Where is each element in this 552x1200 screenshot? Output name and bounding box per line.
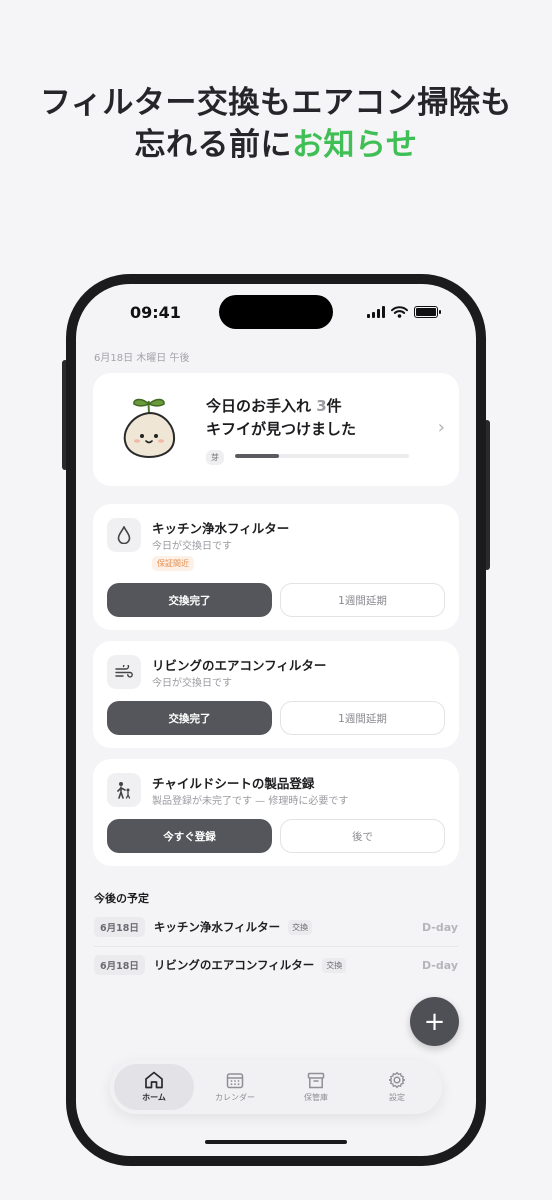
postpone-button[interactable]: 1週間延期 xyxy=(280,701,445,735)
task-card: チャイルドシートの製品登録 製品登録が未完了です — 修理時に必要です 今すぐ登… xyxy=(93,759,459,866)
complete-button[interactable]: 交換完了 xyxy=(107,583,272,617)
hero-title-prefix: 今日のお手入れ xyxy=(206,397,317,415)
child-icon xyxy=(107,773,141,807)
headline-accent: お知らせ xyxy=(292,127,418,163)
growth-progress-fill xyxy=(235,454,279,458)
cellular-signal-icon xyxy=(367,306,385,318)
date-label: 6月18日 木曜日 午後 xyxy=(94,353,190,364)
tab-label: ホーム xyxy=(142,1093,166,1102)
schedule-dday: D-day xyxy=(421,920,458,934)
hero-title-suffix: 件 xyxy=(326,397,342,415)
wifi-icon xyxy=(391,306,408,318)
calendar-icon xyxy=(226,1072,244,1088)
status-time: 09:41 xyxy=(130,303,181,322)
schedule-tag: 交換 xyxy=(322,957,347,973)
hero-subtitle: キフイが見つけました xyxy=(206,420,357,438)
schedule-name: キッチン浄水フィルター xyxy=(153,920,281,934)
postpone-button[interactable]: 1週間延期 xyxy=(280,583,445,617)
hero-title-line1: 今日のお手入れ 3件 xyxy=(206,395,356,418)
upcoming-section-title: 今後の予定 xyxy=(94,892,149,905)
water-drop-icon xyxy=(107,518,141,552)
add-button[interactable]: + xyxy=(410,997,459,1046)
headline-line2: 忘れる前にお知らせ xyxy=(0,124,552,166)
promo-headline: フィルター交換もエアコン掃除も 忘れる前にお知らせ xyxy=(0,82,552,166)
schedule-row[interactable]: 6月18日 キッチン浄水フィルター 交換 D-day xyxy=(94,908,458,946)
task-card: キッチン浄水フィルター 今日が交換日です 保証間近 交換完了 1週間延期 xyxy=(93,504,459,630)
chevron-right-icon: › xyxy=(437,417,445,438)
dynamic-island xyxy=(219,295,333,329)
growth-progress-bar xyxy=(235,454,409,458)
tab-label: 設定 xyxy=(389,1093,405,1102)
headline-line2-prefix: 忘れる前に xyxy=(134,127,293,163)
schedule-dday: D-day xyxy=(421,958,458,972)
hero-task-count: 3 xyxy=(316,397,327,415)
phone-screen: 09:41 6月18日 木曜日 午後 今日のお手入れ 3件 キフイが見つけました xyxy=(76,284,476,1156)
tab-label: カレンダー xyxy=(215,1092,255,1102)
later-button[interactable]: 後で xyxy=(280,819,445,853)
archive-icon xyxy=(307,1072,325,1088)
schedule-date: 6月18日 xyxy=(94,917,145,937)
schedule-row[interactable]: 6月18日 リビングのエアコンフィルター 交換 D-day xyxy=(94,946,458,984)
task-title: チャイルドシートの製品登録 xyxy=(152,776,315,791)
tab-bar: ホーム カレンダー 保管庫 設定 xyxy=(110,1060,442,1114)
register-now-button[interactable]: 今すぐ登録 xyxy=(107,819,272,853)
home-icon xyxy=(145,1071,163,1089)
tab-home[interactable]: ホーム xyxy=(114,1064,194,1110)
tab-label: 保管庫 xyxy=(304,1092,328,1102)
task-subtitle: 製品登録が未完了です — 修理時に必要です xyxy=(152,796,349,807)
hero-title: 今日のお手入れ 3件 キフイが見つけました xyxy=(206,395,356,441)
schedule-name: リビングのエアコンフィルター xyxy=(153,958,315,972)
today-summary-card[interactable]: 今日のお手入れ 3件 キフイが見つけました 芽 › xyxy=(93,373,459,486)
gear-icon xyxy=(388,1071,406,1089)
sprout-mascot-icon xyxy=(123,398,176,459)
tab-storage[interactable]: 保管庫 xyxy=(276,1064,356,1110)
task-subtitle: 今日が交換日です xyxy=(152,678,232,689)
task-card: リビングのエアコンフィルター 今日が交換日です 交換完了 1週間延期 xyxy=(93,641,459,748)
wind-icon xyxy=(107,655,141,689)
schedule-tag: 交換 xyxy=(288,919,313,935)
warranty-badge: 保証間近 xyxy=(152,556,194,571)
tab-calendar[interactable]: カレンダー xyxy=(195,1064,275,1110)
task-title: キッチン浄水フィルター xyxy=(152,521,290,536)
battery-icon xyxy=(414,306,441,318)
growth-stage-badge: 芽 xyxy=(206,450,224,465)
task-title: リビングのエアコンフィルター xyxy=(152,658,327,673)
complete-button[interactable]: 交換完了 xyxy=(107,701,272,735)
status-icons xyxy=(367,306,441,318)
home-indicator xyxy=(205,1140,347,1144)
task-subtitle: 今日が交換日です xyxy=(152,541,232,552)
headline-line1: フィルター交換もエアコン掃除も xyxy=(40,85,512,121)
schedule-date: 6月18日 xyxy=(94,955,145,975)
tab-settings[interactable]: 設定 xyxy=(357,1064,437,1110)
